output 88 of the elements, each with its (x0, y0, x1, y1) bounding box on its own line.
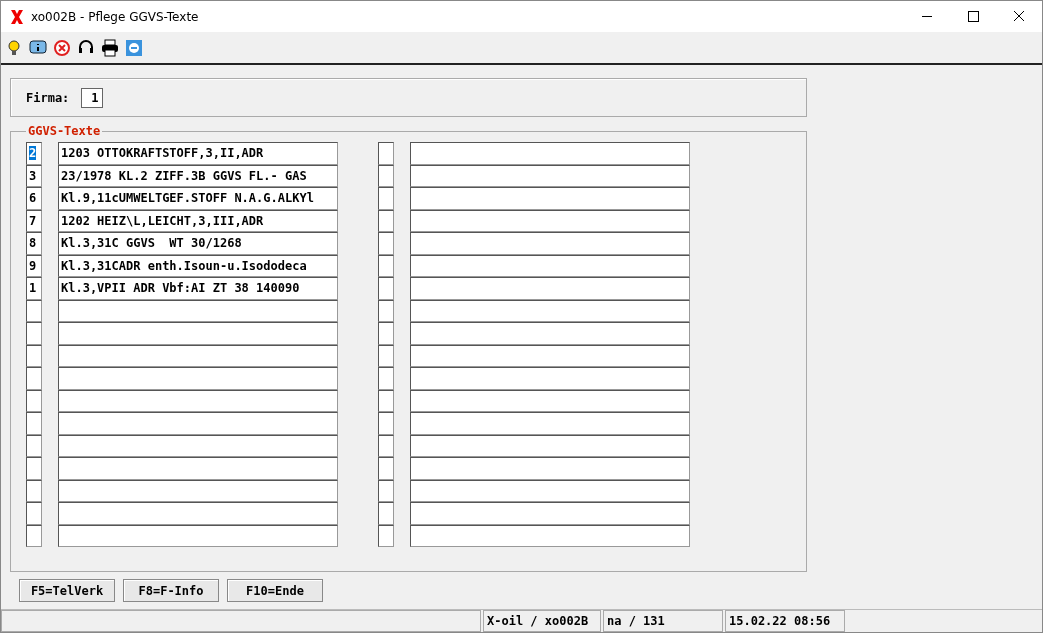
code-field[interactable] (378, 164, 394, 187)
code-field[interactable] (26, 479, 42, 502)
text-field[interactable] (410, 344, 690, 367)
cancel-icon[interactable] (53, 38, 71, 57)
text-field[interactable] (410, 254, 690, 277)
text-field[interactable]: Kl.9,11cUMWELTGEF.STOFF N.A.G.ALKYl (58, 187, 338, 210)
code-field[interactable] (26, 367, 42, 390)
text-field[interactable]: Kl.3,31CADR enth.Isoun-u.Isododeca (58, 254, 338, 277)
text-field[interactable] (410, 412, 690, 435)
code-field[interactable] (378, 502, 394, 525)
text-field[interactable] (58, 412, 338, 435)
code-field[interactable] (378, 434, 394, 457)
text-field[interactable] (58, 457, 338, 480)
firma-label: Firma: (26, 90, 70, 105)
code-field[interactable] (26, 502, 42, 525)
code-field[interactable] (378, 277, 394, 300)
code-field[interactable] (378, 254, 394, 277)
code-field[interactable] (26, 344, 42, 367)
firma-field[interactable]: 1 (81, 87, 104, 108)
code-field[interactable] (378, 367, 394, 390)
text-field[interactable] (410, 457, 690, 480)
text-field[interactable] (58, 524, 338, 547)
text-field[interactable] (410, 142, 690, 165)
code-field[interactable] (26, 322, 42, 345)
text-field[interactable] (58, 344, 338, 367)
code-field[interactable] (378, 524, 394, 547)
code-field[interactable] (26, 434, 42, 457)
code-field[interactable]: 3 (26, 164, 42, 187)
function-key-button[interactable]: F5=TelVerk (19, 579, 115, 602)
code-field[interactable] (26, 299, 42, 322)
remote-icon[interactable] (125, 38, 143, 57)
text-field[interactable] (410, 164, 690, 187)
text-field[interactable]: 23/1978 KL.2 ZIFF.3B GGVS FL.- GAS (58, 164, 338, 187)
text-field[interactable] (410, 524, 690, 547)
code-field[interactable]: 9 (26, 254, 42, 277)
code-field[interactable] (378, 209, 394, 232)
text-field[interactable] (410, 434, 690, 457)
text-field[interactable] (58, 322, 338, 345)
text-field[interactable] (410, 187, 690, 210)
window-title: xo002B - Pflege GGVS-Texte (31, 9, 199, 24)
text-field[interactable] (410, 209, 690, 232)
function-key-button[interactable]: F10=Ende (227, 579, 323, 602)
group-title: GGVS-Texte (27, 124, 102, 138)
text-field[interactable] (410, 502, 690, 525)
text-field[interactable] (58, 389, 338, 412)
code-field[interactable]: 6 (26, 187, 42, 210)
text-field[interactable] (58, 502, 338, 525)
code-field[interactable]: 7 (26, 209, 42, 232)
code-field[interactable] (378, 142, 394, 165)
code-field[interactable] (26, 457, 42, 480)
code-field[interactable] (26, 389, 42, 412)
text-field[interactable] (58, 479, 338, 502)
text-field[interactable] (410, 322, 690, 345)
text-field[interactable] (58, 434, 338, 457)
lightbulb-icon[interactable] (5, 38, 23, 57)
text-field[interactable] (410, 389, 690, 412)
text-field[interactable] (58, 367, 338, 390)
app-logo-icon (9, 8, 25, 25)
code-field[interactable] (26, 524, 42, 547)
text-field[interactable]: 1202 HEIZ\L,LEICHT,3,III,ADR (58, 209, 338, 232)
code-field[interactable]: 2 (26, 142, 42, 165)
printer-icon[interactable] (101, 38, 119, 57)
text-field[interactable] (410, 277, 690, 300)
text-field[interactable] (410, 479, 690, 502)
code-field[interactable] (378, 389, 394, 412)
text-field[interactable] (410, 299, 690, 322)
code-field[interactable] (378, 232, 394, 255)
code-field[interactable]: 1 (26, 277, 42, 300)
status-text: na / 131 (603, 610, 723, 632)
status-text: X-oil / xo002B (483, 610, 601, 632)
text-field[interactable] (58, 299, 338, 322)
text-field[interactable] (410, 367, 690, 390)
info-icon[interactable] (29, 38, 47, 57)
code-field[interactable]: 8 (26, 232, 42, 255)
code-field[interactable] (378, 299, 394, 322)
code-field[interactable] (378, 344, 394, 367)
text-field[interactable]: Kl.3,31C GGVS WT 30/1268 (58, 232, 338, 255)
code-field[interactable] (378, 322, 394, 345)
text-field[interactable] (410, 232, 690, 255)
text-field[interactable]: Kl.3,VPII ADR Vbf:AI ZT 38 140090 (58, 277, 338, 300)
code-field[interactable] (26, 412, 42, 435)
code-field[interactable] (378, 479, 394, 502)
code-field[interactable] (378, 187, 394, 210)
function-key-button[interactable]: F8=F-Info (123, 579, 219, 602)
code-field[interactable] (378, 457, 394, 480)
text-field[interactable]: 1203 OTTOKRAFTSTOFF,3,II,ADR (58, 142, 338, 165)
status-text: 15.02.22 08:56 (725, 610, 845, 632)
code-field[interactable] (378, 412, 394, 435)
